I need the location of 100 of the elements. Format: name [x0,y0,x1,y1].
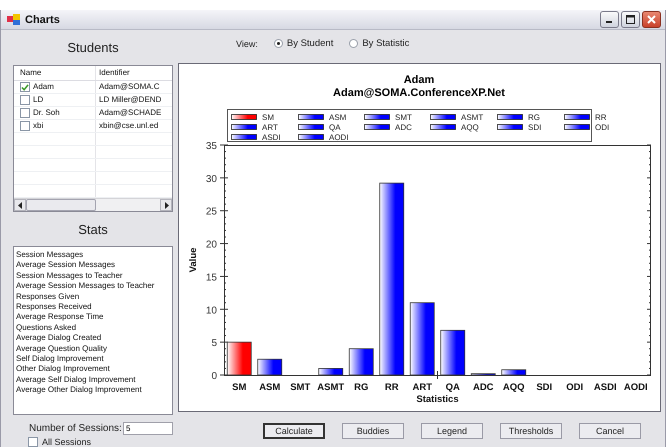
legend-label: SDI [528,123,542,132]
category-label: QA [446,382,460,393]
radio-button[interactable] [349,39,358,48]
list-item[interactable]: Average Self Dialog Improvement [16,374,170,386]
action-button[interactable]: Calculate [263,423,325,439]
legend-label: AQQ [461,123,479,132]
legend-label: ASDI [262,133,281,142]
checkbox[interactable] [20,82,30,92]
tick-label: 10 [206,305,217,316]
legend-label: ASM [329,113,346,122]
table-cell-text: LD Miller@DEND [98,94,162,106]
table-cell: xbi [33,120,44,132]
category-label: ART [412,382,432,393]
minimize-button[interactable] [600,11,619,28]
table-cell: Adam [33,81,54,93]
list-item[interactable]: Self Dialog Improvement [16,354,170,364]
right-arrow-icon [164,202,168,208]
legend-label: ODI [595,123,610,132]
left-arrow-icon [18,202,22,208]
list-item[interactable]: Other Dialog Improvement [16,364,170,375]
list-item[interactable]: Average Session Messages to Teacher [16,281,170,292]
list-item[interactable]: Questions Asked [16,322,170,334]
table-cell: Dr. Soh [33,107,60,119]
action-button[interactable]: Thresholds [500,423,562,439]
category-label: ASDI [594,382,617,393]
category-label: AODI [624,382,648,393]
category-label: SMT [290,382,310,393]
list-item[interactable]: Average Session Messages [16,260,170,271]
close-button[interactable] [642,11,661,28]
radio-button[interactable] [274,39,283,48]
chart-title: Adam [404,74,434,86]
checkbox-label: All Sessions [42,437,92,447]
tick-label: 15 [206,272,217,284]
table-cell: LD [33,94,44,106]
category-label: RR [384,382,399,393]
legend-label: QA [329,123,341,132]
action-button[interactable]: Buddies [342,423,404,439]
bar [440,330,466,376]
table-cell-text: xbin@cse.unl.ed [98,120,160,132]
category-label: ODI [566,382,584,393]
legend-label: ASMT [461,113,484,122]
section-heading: Students [67,39,119,57]
list-item[interactable]: Responses Received [16,302,170,312]
legend-label: RG [528,113,540,122]
app-icon [7,14,20,25]
legend-label: ART [262,123,278,132]
y-axis-title: Value [188,248,199,272]
table-cell-text: Adam@SCHADE [98,107,162,119]
list-item[interactable]: Session Messages [16,250,170,260]
bar [257,358,282,376]
section-heading: Stats [78,220,108,238]
sessions-label: Number of Sessions: [29,423,123,434]
bar [470,373,496,376]
tick-label: 0 [211,371,217,382]
maximize-button[interactable] [621,11,640,28]
tick-label: 20 [206,240,217,251]
category-label: AQQ [502,382,525,393]
tick-label: 35 [206,141,217,152]
column-header[interactable]: Name [14,66,96,80]
legend-label: SMT [395,113,412,122]
tick-label: 5 [211,338,217,350]
checkbox[interactable] [20,95,30,105]
legend-label: ADC [395,123,412,132]
bar [226,342,252,376]
tick-label: 30 [206,174,217,185]
legend-label: SM [262,113,274,122]
checkbox[interactable] [20,108,30,118]
checkbox[interactable] [20,121,30,131]
action-button[interactable]: Cancel [579,423,641,439]
list-item[interactable]: Average Response Time [16,312,170,323]
bar [348,348,374,376]
window-title: Charts [25,14,60,26]
list-item[interactable]: Responses Given [16,292,170,302]
chart-subtitle: Adam@SOMA.ConferenceXP.Net [333,87,505,99]
view-label: View: [236,38,258,48]
category-label: SDI [536,382,552,393]
bar [318,368,344,376]
category-label: ASM [259,382,280,393]
legend-label: AODI [329,133,349,142]
tick-label: 25 [206,206,217,218]
checkbox[interactable] [28,437,38,447]
category-label: ADC [472,382,494,393]
radio-label: By Statistic [362,38,410,49]
bar [501,369,526,376]
x-axis-title: Statistics [416,394,459,405]
list-item[interactable]: Session Messages to Teacher [16,270,170,282]
list-item[interactable]: Average Dialog Created [16,333,170,344]
maximize-icon [626,15,635,24]
list-item[interactable]: Average Other Dialog Improvement [16,385,170,396]
category-label: ASMT [317,382,344,393]
list-item[interactable]: Average Question Quality [16,344,170,354]
sessions-field[interactable]: 5 [123,422,173,435]
table-cell-text: Adam@SOMA.C [98,81,161,93]
category-label: SM [232,382,246,393]
horizontal-scrollbar[interactable] [14,198,172,211]
category-label: RG [354,382,368,393]
action-button[interactable]: Legend [421,423,483,439]
radio-label: By Student [286,38,334,49]
close-icon [647,15,656,24]
column-header[interactable]: Identifier [96,66,172,80]
